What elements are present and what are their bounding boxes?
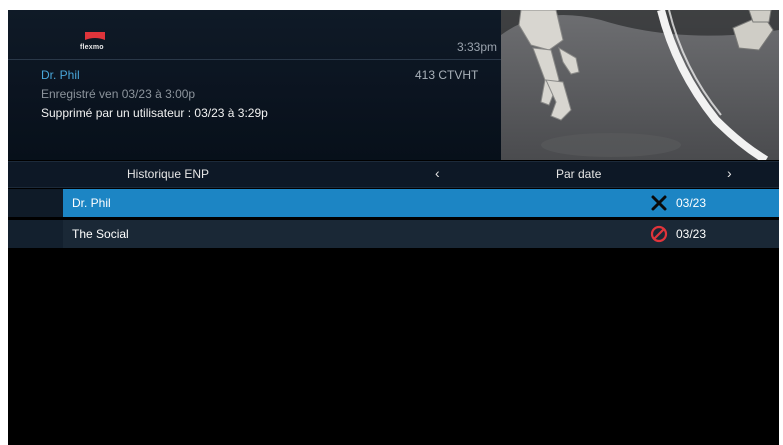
next-arrow-icon[interactable]: › [727,165,732,181]
list-item-date: 03/23 [676,196,707,210]
prohibited-icon [650,225,668,243]
list-item[interactable]: Dr. Phil 03/23 [8,189,779,217]
preview-scene [501,10,779,160]
program-title: Dr. Phil [41,68,80,82]
list-item-title: Dr. Phil [72,196,111,210]
logo-mark-icon [85,32,105,40]
brand-logo: flexmo [78,22,118,60]
x-icon [651,195,667,211]
prev-arrow-icon[interactable]: ‹ [435,165,440,181]
sort-label[interactable]: Par date [556,167,601,181]
list-title: Historique ENP [127,167,210,181]
header-divider [8,59,501,60]
row-body[interactable]: The Social 03/23 [63,220,779,248]
list-nav-bar: Historique ENP ‹ Par date › [8,161,779,188]
deleted-info: Supprimé par un utilisateur : 03/23 à 3:… [41,106,268,120]
row-lead [8,189,63,217]
channel-label: 413 CTVHT [415,68,479,82]
row-lead [8,220,63,248]
logo-text: flexmo [80,44,104,51]
video-preview [501,10,779,160]
list-item[interactable]: The Social 03/23 [8,220,779,248]
recorded-info: Enregistré ven 03/23 à 3:00p [41,87,196,101]
list-item-date: 03/23 [676,227,707,241]
row-body[interactable]: Dr. Phil 03/23 [63,189,779,217]
clock: 3:33pm [456,40,497,54]
list-item-title: The Social [72,227,129,241]
info-header: flexmo 3:33pm Dr. Phil 413 CTVHT Enregis… [8,10,501,160]
tv-screen: flexmo 3:33pm Dr. Phil 413 CTVHT Enregis… [8,10,779,445]
